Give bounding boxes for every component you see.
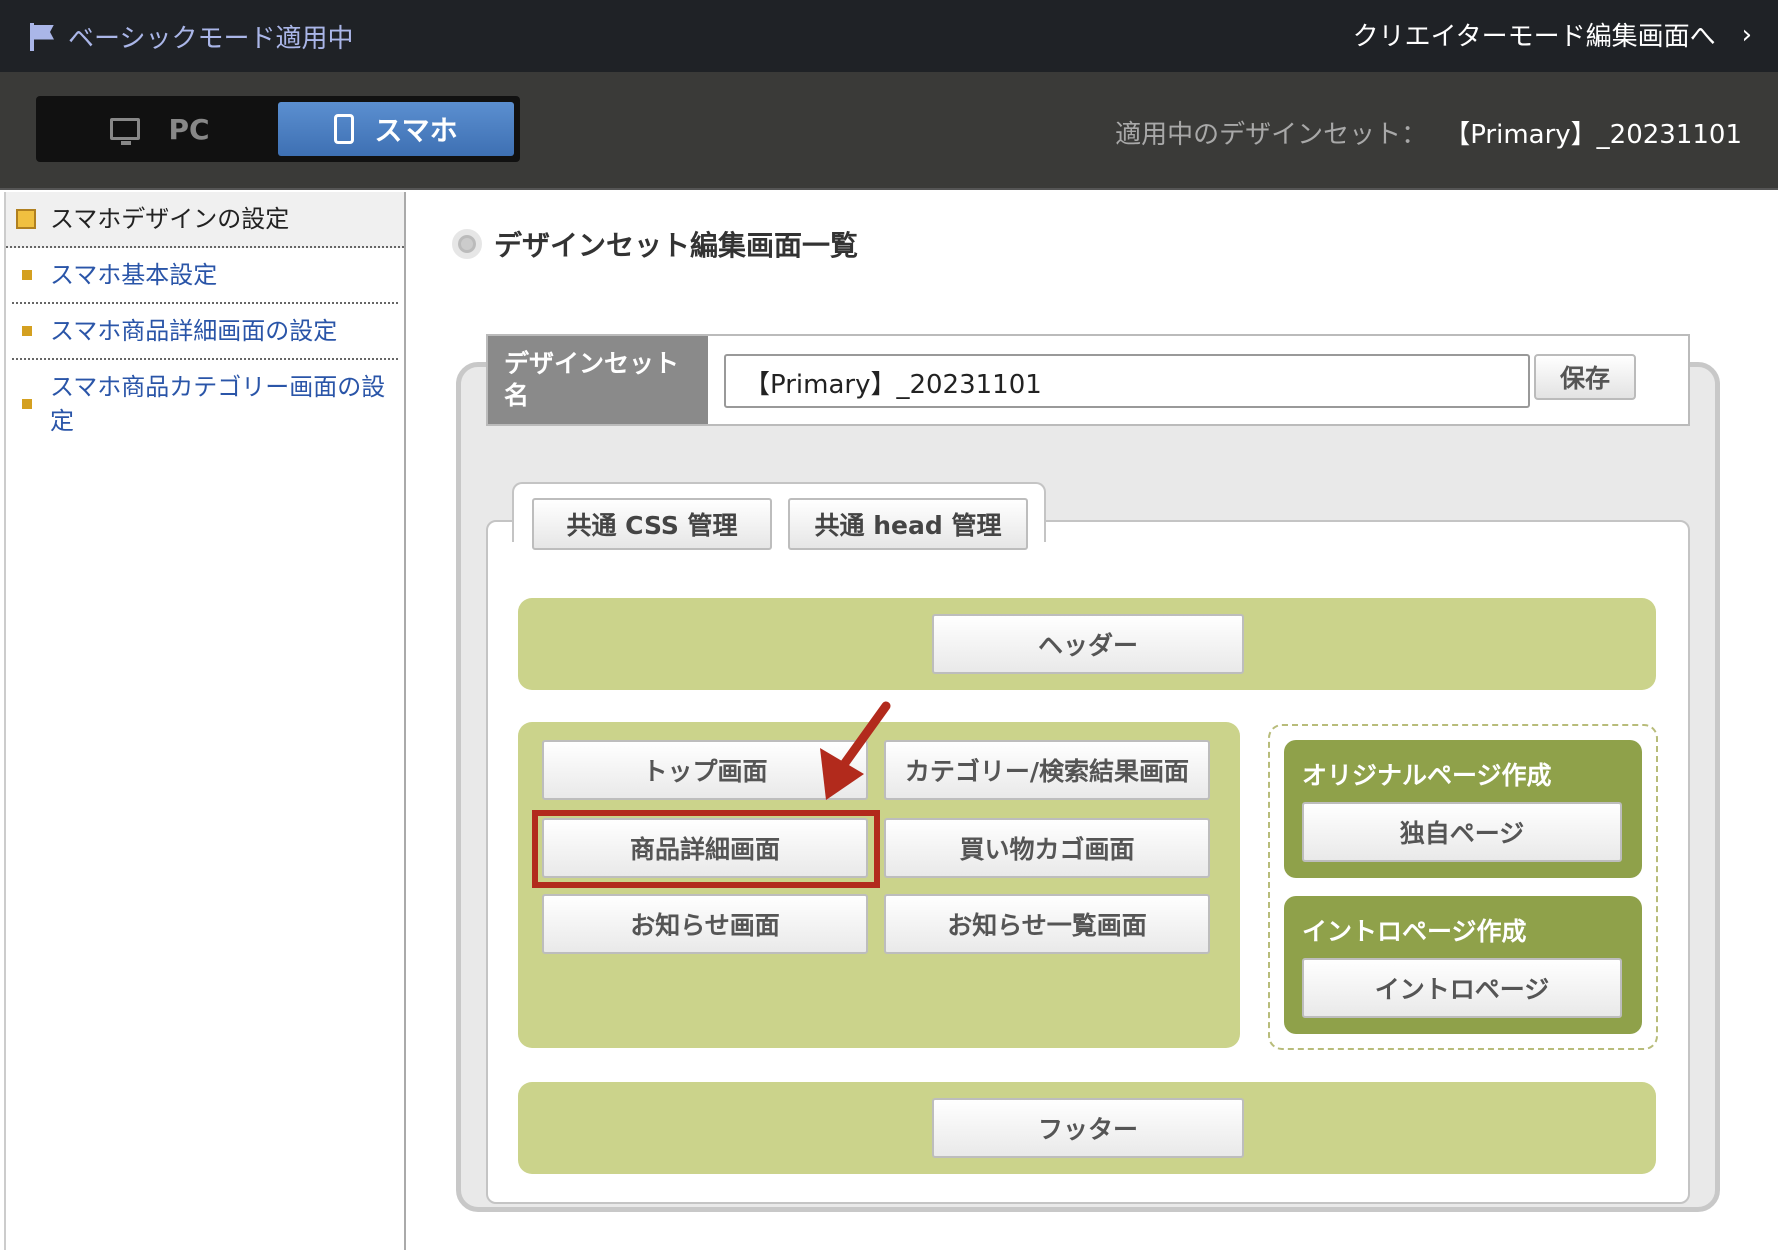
smartphone-tab-label: スマホ (374, 114, 458, 147)
smartphone-tab[interactable]: スマホ (278, 102, 514, 156)
smartphone-icon (334, 114, 355, 144)
page-title-text: デザインセット編集画面一覧 (494, 229, 859, 262)
bullet-icon (22, 399, 32, 409)
applied-design-set: 適用中のデザインセット： 【Primary】_20231101 (1115, 114, 1742, 151)
header-button[interactable]: ヘッダー (932, 614, 1244, 674)
common-head-button[interactable]: 共通 head 管理 (788, 498, 1028, 550)
basic-mode-label: ベーシックモード適用中 (68, 24, 354, 54)
sidebar-item-category-settings[interactable]: スマホ商品カテゴリー画面の設定 (12, 360, 398, 448)
sidebar-item-label[interactable]: スマホ基本設定 (50, 261, 217, 289)
sidebar: スマホデザインの設定 スマホ基本設定 スマホ商品詳細画面の設定 スマホ商品カテゴ… (4, 192, 406, 1250)
monitor-icon (110, 118, 141, 145)
folder-icon (16, 209, 36, 229)
bullet-icon (22, 270, 32, 280)
save-button[interactable]: 保存 (1534, 354, 1636, 400)
radio-icon (452, 229, 482, 259)
category-page-button[interactable]: カテゴリー/検索結果画面 (884, 740, 1210, 800)
news-list-page-button[interactable]: お知らせ一覧画面 (884, 894, 1210, 954)
sidebar-item-label[interactable]: スマホ商品詳細画面の設定 (50, 317, 337, 345)
applied-design-set-label: 適用中のデザインセット： (1115, 120, 1428, 150)
original-page-title: オリジナルページ作成 (1302, 761, 1552, 790)
sidebar-item-label[interactable]: スマホ商品カテゴリー画面の設定 (50, 373, 385, 435)
design-set-name-label: デザインセット名 (488, 336, 708, 424)
news-page-button[interactable]: お知らせ画面 (542, 894, 868, 954)
bullet-icon (22, 326, 32, 336)
cart-page-button[interactable]: 買い物カゴ画面 (884, 818, 1210, 878)
sidebar-header: スマホデザインの設定 (6, 192, 404, 248)
device-bar: PC スマホ 適用中のデザインセット： 【Primary】_20231101 (0, 72, 1778, 190)
red-arrow-icon (820, 701, 891, 800)
device-switch: PC スマホ (36, 96, 520, 162)
creator-mode-link[interactable]: クリエイターモード編集画面へ › (1353, 16, 1752, 53)
footer-button[interactable]: フッター (932, 1098, 1244, 1158)
creator-mode-label[interactable]: クリエイターモード編集画面へ (1353, 16, 1716, 53)
applied-design-set-value: 【Primary】_20231101 (1457, 120, 1742, 150)
common-css-button[interactable]: 共通 CSS 管理 (532, 498, 772, 550)
sidebar-item-product-detail-settings[interactable]: スマホ商品詳細画面の設定 (12, 304, 398, 360)
flag-icon (30, 22, 54, 51)
original-page-button[interactable]: 独自ページ (1302, 802, 1622, 862)
chevron-right-icon[interactable]: › (1742, 20, 1752, 50)
pc-tab-label: PC (168, 112, 210, 146)
design-set-name-bar: デザインセット名 【Primary】_20231101 保存 (486, 334, 1690, 426)
sidebar-item-basic-settings[interactable]: スマホ基本設定 (12, 248, 398, 304)
page-title: デザインセット編集画面一覧 (452, 224, 858, 264)
intro-page-button[interactable]: イントロページ (1302, 958, 1622, 1018)
sidebar-header-label: スマホデザインの設定 (50, 205, 290, 233)
design-set-name-input[interactable]: 【Primary】_20231101 (724, 354, 1530, 408)
basic-mode-indicator: ベーシックモード適用中 (30, 18, 353, 55)
intro-page-title: イントロページ作成 (1302, 917, 1527, 946)
top-bar: ベーシックモード適用中 クリエイターモード編集画面へ › (0, 0, 1778, 72)
highlight-box (532, 810, 880, 888)
pc-tab[interactable]: PC (42, 102, 278, 156)
